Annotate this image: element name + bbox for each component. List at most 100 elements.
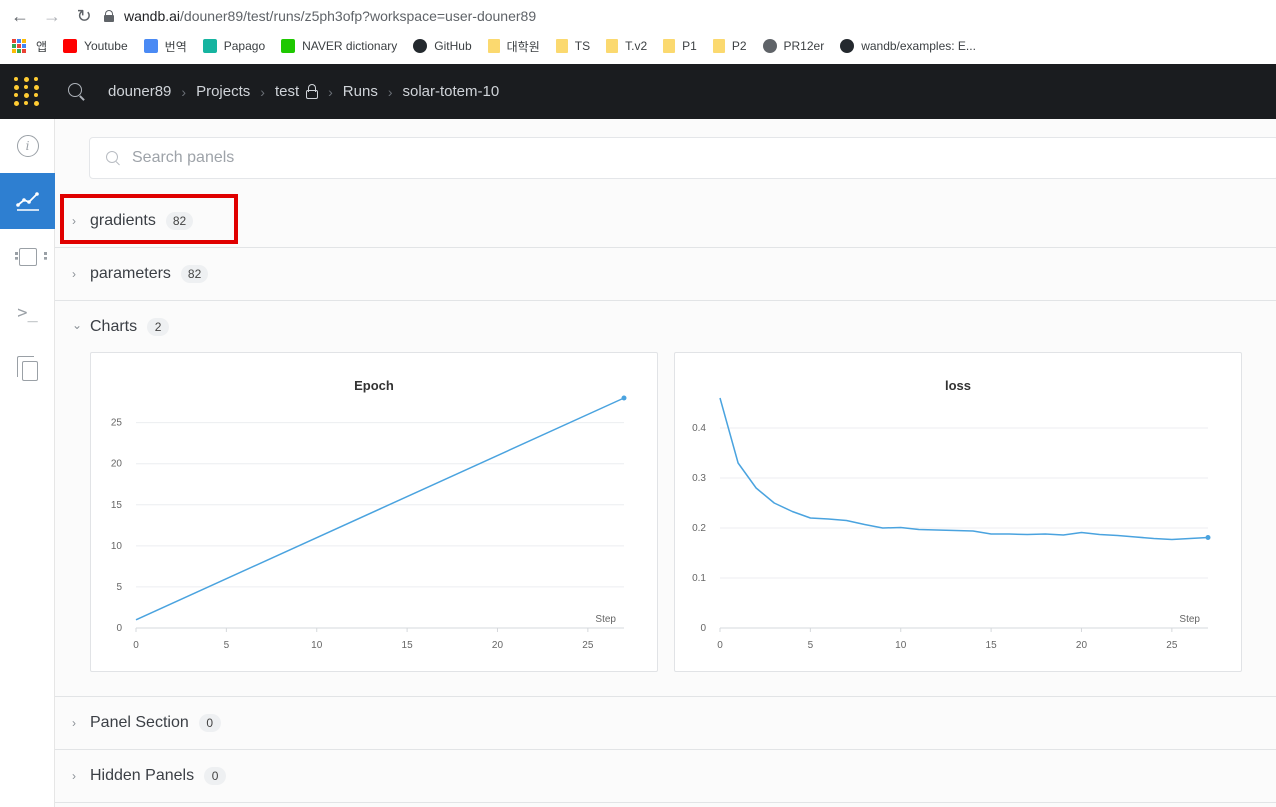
section-panel-section[interactable]: › Panel Section 0 [55, 697, 1276, 750]
reload-icon[interactable]: ↻ [72, 4, 96, 28]
x-tick-label: 20 [492, 640, 504, 651]
bookmark-label: 앱 [36, 39, 48, 54]
sidebar-item-charts[interactable] [0, 173, 55, 229]
epoch-line-chart: 0 5 10 15 20 25 0 5 10 15 20 25 Step [111, 395, 627, 651]
bookmark-label: GitHub [434, 39, 472, 53]
x-tick-label: 20 [1076, 640, 1088, 651]
y-tick-label: 0 [116, 623, 122, 634]
bookmark-label: P1 [682, 39, 697, 53]
bookmark-label: TS [574, 39, 591, 53]
folder-icon [663, 39, 676, 53]
app-topbar: douner89 › Projects › test › Runs › sola… [0, 64, 1276, 119]
y-tick-label: 0.2 [692, 523, 706, 534]
bookmark-label: Youtube [84, 39, 128, 53]
x-tick-label: 10 [895, 640, 907, 651]
section-count-badge: 82 [180, 265, 209, 283]
bookmark-item[interactable]: TS [555, 39, 591, 53]
x-tick-label: 0 [133, 640, 139, 651]
y-tick-label: 0.3 [692, 473, 706, 484]
browser-toolbar: ← → ↻ wandb.ai/douner89/test/runs/z5ph3o… [0, 0, 1276, 32]
bookmark-label: 번역 [164, 39, 187, 54]
url-path: /douner89/test/runs/z5ph3ofp?workspace=u… [180, 8, 537, 24]
search-icon[interactable] [66, 81, 88, 103]
folder-icon [606, 39, 619, 53]
section-count-badge: 2 [147, 318, 170, 336]
series-line [719, 397, 1209, 541]
forward-arrow-icon[interactable]: → [40, 4, 64, 28]
breadcrumb-user[interactable]: douner89 [108, 83, 171, 100]
address-bar[interactable]: wandb.ai/douner89/test/runs/z5ph3ofp?wor… [104, 2, 1276, 30]
sidebar-item-system[interactable] [0, 229, 55, 285]
youtube-icon [63, 39, 78, 53]
workspace: › gradients 82 › parameters 82 ⌄ Charts … [55, 119, 1276, 807]
github-icon [840, 39, 855, 53]
bookmark-item[interactable]: wandb/examples: E... [840, 39, 976, 53]
line-chart-icon [15, 192, 39, 211]
bookmark-label: PR12er [783, 39, 825, 53]
section-count-badge: 0 [198, 714, 221, 732]
bookmark-item[interactable]: GitHub [413, 39, 472, 53]
section-gradients[interactable]: › gradients 82 [55, 195, 1276, 248]
section-count-badge: 0 [204, 767, 227, 785]
search-input[interactable] [132, 149, 732, 167]
back-arrow-icon[interactable]: ← [8, 4, 32, 28]
bookmark-item[interactable]: Youtube [63, 39, 128, 53]
chevron-right-icon: › [181, 83, 187, 100]
chevron-right-icon: › [72, 769, 76, 783]
chevron-right-icon: › [387, 83, 393, 100]
bookmark-label: wandb/examples: E... [861, 39, 976, 53]
bookmark-item[interactable]: P2 [712, 39, 747, 53]
sidebar-item-files[interactable] [0, 341, 55, 397]
chart-panel-epoch[interactable]: Epoch 0 5 10 15 20 25 0 5 10 15 20 25 Step [90, 352, 658, 672]
chart-panel-loss[interactable]: loss 0 0.1 0.2 0.3 0.4 0 5 10 15 20 25 Step [674, 352, 1242, 672]
bookmark-item[interactable]: 번역 [143, 38, 187, 55]
sidebar-item-overview[interactable]: i [0, 119, 55, 173]
x-tick-label: 5 [224, 640, 230, 651]
chevron-right-icon: › [328, 83, 333, 100]
folder-icon [712, 39, 725, 53]
bookmark-item[interactable]: NAVER dictionary [281, 39, 397, 53]
section-title[interactable]: Charts [90, 318, 137, 336]
x-axis-label: Step [1179, 614, 1200, 625]
bookmark-item[interactable]: PR12er [762, 39, 825, 53]
search-icon [106, 151, 120, 165]
folder-icon [555, 39, 568, 53]
bookmark-item[interactable]: 앱 [12, 38, 47, 55]
section-title: Hidden Panels [90, 767, 195, 784]
terminal-icon: >_ [17, 303, 38, 323]
y-tick-label: 20 [111, 459, 123, 470]
chevron-down-icon[interactable]: ⌄ [72, 318, 82, 332]
section-title: parameters [90, 265, 171, 282]
breadcrumb-runs[interactable]: Runs [343, 83, 378, 100]
panel-search[interactable] [89, 137, 1276, 179]
breadcrumb: douner89 › Projects › test › Runs › sola… [108, 83, 499, 100]
files-icon [16, 356, 38, 381]
breadcrumb-projects[interactable]: Projects [196, 83, 250, 100]
bookmark-item[interactable]: Papago [202, 39, 266, 53]
folder-icon [487, 39, 500, 53]
bookmark-label: T.v2 [625, 39, 648, 53]
x-tick-label: 10 [311, 640, 323, 651]
bookmark-label: Papago [223, 39, 266, 53]
chevron-right-icon: › [260, 83, 265, 100]
sidebar-item-logs[interactable]: >_ [0, 285, 55, 341]
x-tick-label: 25 [582, 640, 594, 651]
bookmark-item[interactable]: T.v2 [606, 39, 647, 53]
bookmark-item[interactable]: 대학원 [487, 38, 540, 55]
x-tick-label: 5 [808, 640, 814, 651]
series-end-point [621, 395, 627, 401]
lock-icon [104, 10, 114, 22]
wandb-logo[interactable] [14, 77, 42, 106]
x-tick-label: 25 [1166, 640, 1178, 651]
section-hidden-panels[interactable]: › Hidden Panels 0 [55, 750, 1276, 803]
x-tick-label: 15 [402, 640, 414, 651]
bookmark-item[interactable]: P1 [663, 39, 697, 53]
highlight-box [60, 194, 238, 244]
section-parameters[interactable]: › parameters 82 [55, 248, 1276, 301]
breadcrumb-run[interactable]: solar-totem-10 [403, 83, 500, 100]
chevron-right-icon: › [72, 267, 76, 281]
breadcrumb-project[interactable]: test [275, 83, 299, 100]
apps-grid-icon [12, 39, 26, 53]
section-title: Panel Section [90, 714, 189, 731]
chevron-right-icon: › [72, 716, 76, 730]
